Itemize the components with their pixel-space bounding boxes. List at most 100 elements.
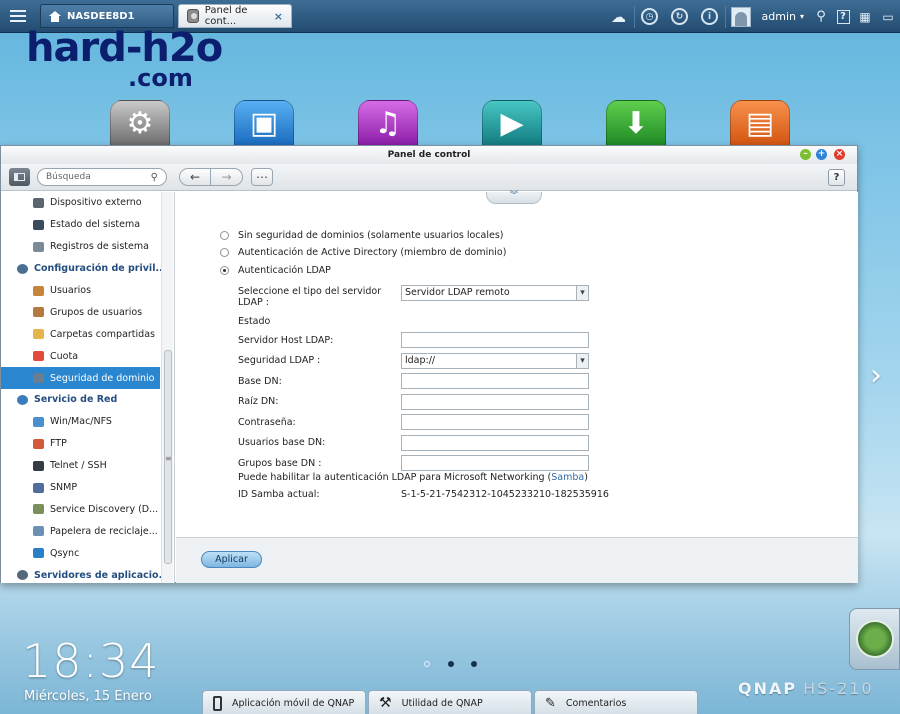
music-station-app-icon[interactable]: ♫ [358, 100, 418, 146]
estado-del-sistema-icon [33, 219, 44, 230]
select-field[interactable]: ldap:// [401, 353, 589, 369]
select-field[interactable]: Servidor LDAP remoto [401, 285, 589, 301]
dashboard-gauge-icon[interactable] [849, 608, 900, 670]
sidebar-item-qsync[interactable]: Qsync [1, 542, 174, 564]
sidebar-item-snmp[interactable]: SNMP [1, 477, 174, 499]
control-panel-window: Panel de control – + × Búsqueda ⚲ ← → ⋯ … [0, 145, 858, 583]
samba-id-label: ID Samba actual: [238, 489, 320, 500]
file-station-app-icon[interactable]: ▤ [730, 100, 790, 146]
samba-note-prefix: Puede habilitar la autenticación LDAP pa… [238, 472, 552, 483]
sidebar-item-label: Usuarios [50, 285, 92, 296]
back-button[interactable]: ← [179, 168, 211, 186]
close-icon[interactable]: × [834, 149, 845, 160]
text-field[interactable] [401, 394, 589, 410]
sidebar-category-servidores-de-aplicacio[interactable]: Servidores de aplicacio... [1, 564, 174, 583]
radio-button[interactable] [220, 231, 229, 240]
sidebar-item-estado-del-sistema[interactable]: Estado del sistema [1, 214, 174, 236]
brand-logo: QNAP HS-210 [738, 679, 874, 698]
sidebar-item-label: Carpetas compartidas [50, 328, 155, 340]
sidebar-category-configuraci-n-de-privil[interactable]: Configuración de privil... [1, 258, 174, 280]
sidebar-item-carpetas-compartidas[interactable]: Carpetas compartidas [1, 323, 174, 345]
qnap-mobile-app-button[interactable]: Aplicación móvil de QNAP [202, 690, 366, 714]
minimize-icon[interactable]: – [800, 149, 811, 160]
sidebar-item-label: Registros de sistema [50, 241, 149, 253]
sidebar-item-label: Service Discovery (D... [50, 503, 159, 515]
phone-icon [213, 695, 222, 711]
field-label: Grupos base DN : [238, 458, 322, 469]
auth-option-1[interactable]: Sin seguridad de dominios (solamente usu… [220, 230, 504, 241]
sidebar-item-usuarios[interactable]: Usuarios [1, 280, 174, 302]
samba-note-suffix: ) [584, 472, 588, 483]
maximize-icon[interactable]: + [816, 149, 827, 160]
auth-option-2[interactable]: Autenticación de Active Directory (miemb… [220, 247, 506, 258]
cloud-icon[interactable]: ☁ [604, 0, 634, 33]
sidebar-item-papelera-de-reciclaje[interactable]: Papelera de reciclaje... [1, 520, 174, 542]
sidebar-item-registros-de-sistema[interactable]: Registros de sistema [1, 236, 174, 258]
qsync-icon [33, 548, 44, 559]
page-dot[interactable] [448, 661, 454, 667]
control-panel-app-icon[interactable]: ⚙ [110, 100, 170, 146]
sidebar-toggle-button[interactable] [9, 168, 30, 186]
radio-button[interactable] [220, 248, 229, 257]
sidebar-scrollbar[interactable]: ≡ [161, 192, 173, 583]
sidebar-list: Dispositivo externo Estado del sistema Reg… [1, 192, 174, 583]
auth-option-3[interactable]: Autenticación LDAP [220, 265, 331, 276]
window-toolbar: Búsqueda ⚲ ← → ⋯ ? [1, 164, 857, 191]
sidebar-item-seguridad-de-dominio[interactable]: Seguridad de dominio [1, 367, 160, 390]
clock-icon[interactable]: ◷ [635, 0, 665, 33]
sidebar-item-cuota[interactable]: Cuota [1, 345, 174, 367]
text-field[interactable] [401, 332, 589, 348]
page-dot[interactable] [471, 661, 477, 667]
photo-station-app-icon[interactable]: ▣ [234, 100, 294, 146]
qnap-utility-button[interactable]: ⚒ Utilidad de QNAP [368, 690, 532, 714]
sidebar-item-label: SNMP [50, 482, 78, 494]
search-input[interactable]: Búsqueda ⚲ [37, 168, 167, 186]
text-field[interactable] [401, 414, 589, 430]
info-icon[interactable]: i [695, 0, 725, 33]
wrench-icon: ⚒ [379, 695, 392, 711]
grid-icon[interactable]: ▦ [854, 0, 876, 33]
page-dot[interactable] [424, 661, 430, 667]
snmp-icon [33, 482, 44, 493]
usuarios-icon [33, 285, 44, 296]
text-field[interactable] [401, 455, 589, 471]
help-button[interactable]: ? [828, 169, 845, 186]
sidebar-item-dispositivo-externo[interactable]: Dispositivo externo [1, 192, 174, 214]
feedback-button[interactable]: ✎ Comentarios [534, 690, 698, 714]
samba-link[interactable]: Samba [551, 472, 584, 483]
telnet-ssh-icon [33, 460, 44, 471]
watermark-line1: hard-h2o [26, 25, 223, 71]
search-icon[interactable]: ⚲ [810, 0, 832, 33]
overview-grid-button[interactable]: ⋯ [251, 168, 273, 186]
sidebar-item-telnet-ssh[interactable]: Telnet / SSH [1, 455, 174, 477]
sidebar-item-grupos-de-usuarios[interactable]: Grupos de usuarios [1, 301, 174, 323]
sidebar-item-win-mac-nfs[interactable]: Win/Mac/NFS [1, 411, 174, 433]
apply-button[interactable]: Aplicar [201, 551, 262, 568]
search-placeholder: Búsqueda [46, 172, 91, 182]
text-field[interactable] [401, 373, 589, 389]
desktop-date: Miércoles, 15 Enero [24, 689, 152, 704]
samba-note: Puede habilitar la autenticación LDAP pa… [238, 472, 638, 483]
video-station-app-icon[interactable]: ▶ [482, 100, 542, 146]
help-icon[interactable]: ? [832, 0, 854, 33]
collapse-tab-chevron-icon[interactable]: ︾ [486, 192, 542, 204]
radio-button[interactable] [220, 266, 229, 275]
sidebar-item-ftp[interactable]: FTP [1, 433, 174, 455]
sidebar-item-service-discovery-d[interactable]: Service Discovery (D... [1, 498, 174, 520]
auth-option-label: Sin seguridad de dominios (solamente usu… [238, 230, 504, 241]
forward-button[interactable]: → [210, 168, 243, 186]
tab-home-label: NASDEE8D1 [67, 10, 135, 22]
user-menu[interactable]: admin ▾ [756, 10, 810, 23]
sidebar-category-servicio-de-red[interactable]: Servicio de Red [1, 389, 174, 411]
avatar-icon[interactable] [726, 0, 756, 33]
next-page-arrow-icon[interactable]: › [870, 358, 882, 393]
text-field[interactable] [401, 435, 589, 451]
refresh-icon[interactable]: ↻ [665, 0, 695, 33]
cuota-icon [33, 351, 44, 362]
carpetas-compartidas-icon [33, 329, 44, 340]
download-station-app-icon[interactable]: ⬇ [606, 100, 666, 146]
close-tab-icon[interactable]: × [274, 10, 283, 23]
gear-icon [187, 9, 199, 23]
field-label: Servidor Host LDAP: [238, 335, 334, 346]
monitor-icon[interactable]: ▭ [876, 0, 900, 33]
